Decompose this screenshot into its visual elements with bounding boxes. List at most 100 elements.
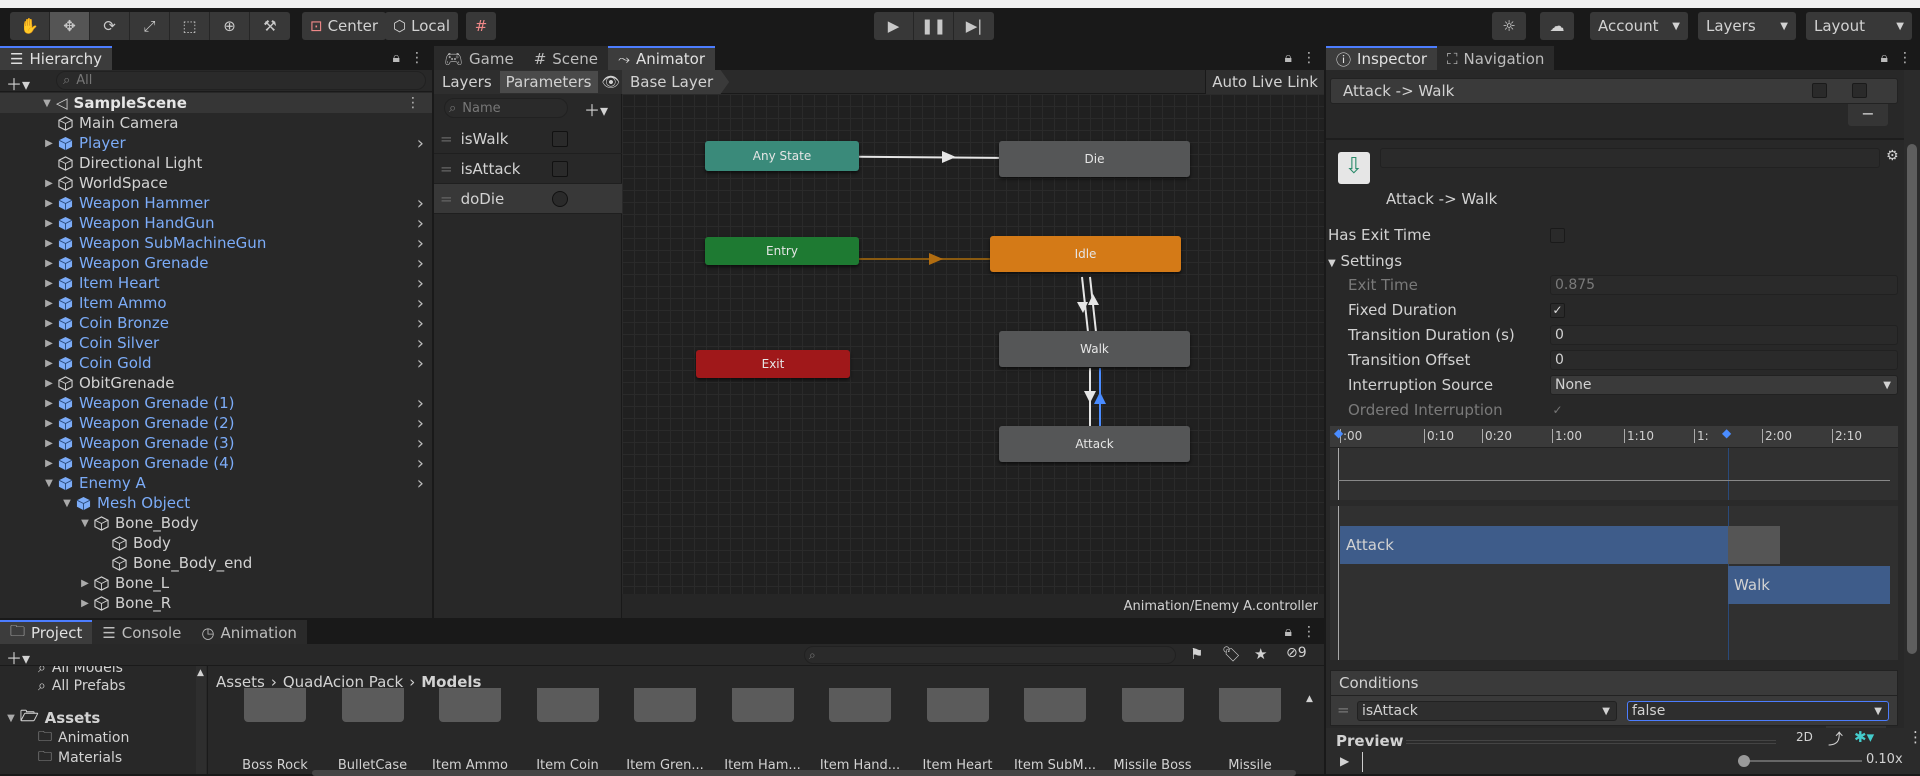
trigger-radio[interactable] (552, 191, 568, 207)
kebab-menu-icon[interactable]: ⋮ (1302, 50, 1316, 66)
fold-right-icon[interactable]: ▶ (42, 198, 56, 209)
add-parameter-icon[interactable]: ＋▾ (584, 97, 608, 121)
fold-right-icon[interactable]: ▶ (42, 398, 56, 409)
parameter-row[interactable]: = doDie (434, 184, 622, 214)
cloud-icon[interactable]: ☁ (1540, 12, 1574, 40)
fold-right-icon[interactable]: ▶ (78, 578, 92, 589)
tab-animator[interactable]: ⤳ Animator (608, 46, 715, 70)
hierarchy-item[interactable]: ▶ Weapon HandGun › (0, 213, 432, 234)
start-marker-icon[interactable]: ◆ (1334, 426, 1343, 440)
hierarchy-item[interactable]: Bone_Body_end (0, 553, 432, 573)
eye-icon[interactable]: 👁︎ (602, 73, 621, 91)
tab-parameters[interactable]: Parameters (499, 71, 598, 93)
bool-checkbox[interactable] (552, 161, 568, 177)
tab-inspector[interactable]: ⓘ Inspector (1326, 46, 1437, 70)
fold-right-icon[interactable]: ▶ (42, 458, 56, 469)
fold-right-icon[interactable]: ▶ (42, 318, 56, 329)
asset-label[interactable]: Boss Rock (230, 758, 320, 773)
chevron-right-icon[interactable]: › (417, 453, 424, 474)
hierarchy-item[interactable]: Main Camera (0, 113, 432, 133)
fold-right-icon[interactable]: ▶ (42, 278, 56, 289)
fold-right-icon[interactable]: ▶ (42, 298, 56, 309)
kebab-menu-icon[interactable]: ⋮ (1908, 728, 1920, 746)
project-search-input[interactable]: ⌕ (804, 646, 1176, 664)
hierarchy-item[interactable]: ▶ Weapon Hammer › (0, 193, 432, 214)
chevron-right-icon[interactable]: › (417, 393, 424, 414)
asset-thumbnail[interactable] (341, 688, 404, 722)
play-icon[interactable]: ▶ (874, 12, 914, 40)
hierarchy-item[interactable]: ▶ Coin Bronze › (0, 313, 432, 334)
lock-icon[interactable]: 🔒︎ (1285, 50, 1292, 66)
move-tool-icon[interactable]: ✥ (50, 12, 90, 40)
rect-tool-icon[interactable]: ⬚ (170, 12, 210, 40)
condition-parameter-dropdown[interactable]: isAttack ▼ (1357, 701, 1617, 721)
chevron-right-icon[interactable]: › (417, 253, 424, 274)
layout-dropdown[interactable]: Layout ▼ (1806, 12, 1912, 40)
pivot-local-button[interactable]: ⬡ Local (385, 12, 458, 40)
hierarchy-item[interactable]: Body (0, 533, 432, 553)
chevron-right-icon[interactable]: › (417, 333, 424, 354)
tab-animation[interactable]: ◷ Animation (191, 620, 307, 644)
tab-scene[interactable]: # Scene (523, 46, 609, 70)
auto-live-link-button[interactable]: Auto Live Link (1205, 70, 1324, 94)
fold-right-icon[interactable]: ▶ (42, 178, 56, 189)
transition-duration-field[interactable]: 0 (1550, 325, 1898, 345)
tab-hierarchy[interactable]: ☰ Hierarchy (0, 46, 112, 70)
state-any-state[interactable]: Any State (705, 141, 859, 171)
hierarchy-item[interactable]: ▶ Weapon Grenade (4) › (0, 453, 432, 474)
state-idle[interactable]: Idle (990, 236, 1181, 272)
custom-tool-icon[interactable]: ⚒ (250, 12, 290, 40)
fold-right-icon[interactable]: ▶ (42, 218, 56, 229)
lock-icon[interactable]: 🔒︎ (1285, 624, 1292, 640)
kebab-menu-icon[interactable]: ⋮ (1302, 624, 1316, 640)
hierarchy-item[interactable]: ▶ Bone_L (0, 573, 432, 593)
hierarchy-item[interactable]: ▶ WorldSpace (0, 173, 432, 193)
hierarchy-item[interactable]: ▶ ObitGrenade (0, 373, 432, 393)
preview-drag-handle[interactable] (1406, 740, 1776, 744)
thumbnail-size-slider[interactable] (312, 770, 1296, 776)
condition-value-dropdown[interactable]: false ▼ (1627, 701, 1889, 721)
asset-thumbnail[interactable] (731, 688, 794, 722)
speed-slider-thumb[interactable] (1738, 755, 1750, 767)
interruption-source-dropdown[interactable]: None ▼ (1550, 375, 1898, 395)
asset-thumbnail[interactable] (1121, 688, 1184, 722)
scrollbar-thumb[interactable] (1907, 144, 1917, 654)
hierarchy-item[interactable]: ▼ Bone_Body (0, 513, 432, 533)
hierarchy-search-input[interactable]: ⌕ All (56, 71, 426, 90)
drag-handle-icon[interactable]: = (440, 190, 453, 208)
transition-list-header[interactable]: Attack -> Walk (1330, 78, 1898, 104)
bool-checkbox[interactable] (552, 131, 568, 147)
pivot-icon[interactable]: ⤴ (1828, 728, 1843, 749)
chevron-right-icon[interactable]: › (417, 273, 424, 294)
tab-game[interactable]: 🎮︎ Game (434, 46, 524, 70)
fold-down-icon[interactable]: ▼ (40, 98, 54, 109)
chevron-right-icon[interactable]: › (417, 433, 424, 454)
chevron-right-icon[interactable]: › (417, 313, 424, 334)
state-entry[interactable]: Entry (705, 237, 859, 265)
search-by-type-icon[interactable]: ⚑ (1190, 645, 1203, 663)
settings-foldout[interactable]: ▼ Settings (1326, 250, 1904, 272)
clip-bar-walk[interactable]: Walk (1728, 566, 1890, 604)
transition-marker-icon[interactable]: ◆ (1722, 426, 1731, 440)
hierarchy-item[interactable]: Directional Light (0, 153, 432, 173)
hierarchy-item[interactable]: ▶ Weapon Grenade (2) › (0, 413, 432, 434)
speed-slider[interactable] (1742, 760, 1862, 762)
lock-icon[interactable]: 🔒︎ (1881, 50, 1888, 66)
transition-offset-field[interactable]: 0 (1550, 350, 1898, 370)
tree-assets[interactable]: ▼ 🗁 Assets (4, 707, 100, 728)
drag-handle-icon[interactable]: = (1337, 701, 1350, 719)
clip-bar-attack[interactable]: Attack (1340, 526, 1728, 564)
fold-right-icon[interactable]: ▶ (42, 258, 56, 269)
chevron-right-icon[interactable]: › (417, 233, 424, 254)
lock-icon[interactable]: 🔒︎ (393, 50, 400, 66)
state-exit[interactable]: Exit (696, 350, 850, 378)
chevron-right-icon[interactable]: › (417, 133, 424, 154)
parameter-row[interactable]: = isWalk (434, 124, 622, 154)
asset-thumbnail[interactable] (1024, 688, 1086, 722)
layers-dropdown[interactable]: Layers ▼ (1698, 12, 1796, 40)
light-icon[interactable]: ☼ (1492, 12, 1526, 40)
state-walk[interactable]: Walk (999, 331, 1190, 367)
fold-right-icon[interactable]: ▶ (42, 238, 56, 249)
exit-time-field[interactable]: 0.875 (1550, 275, 1898, 295)
scene-row[interactable]: ▼ ◁ SampleScene ⋮ (0, 93, 432, 113)
